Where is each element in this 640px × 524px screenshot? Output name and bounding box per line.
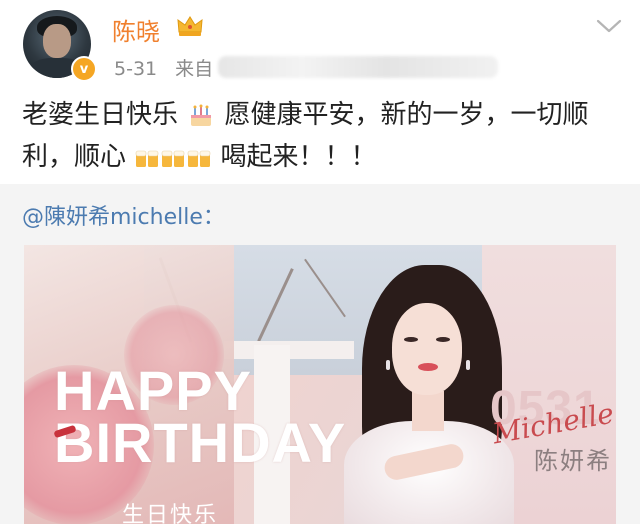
beer-icon [161,150,185,167]
earring [386,360,390,370]
portrait-lips [418,363,438,371]
source-prefix: 来自 [175,58,214,80]
verified-badge-icon: v [71,56,97,82]
repost-user-link[interactable]: @陳妍希michelle： [22,199,225,231]
portrait-eye [436,337,450,342]
portrait-neck [412,391,444,431]
crown-icon [177,16,203,36]
username[interactable]: 陈晓 [112,12,160,47]
banner-cn-wish: 生日快乐 [122,503,219,524]
post-text-part3: 喝起来！！！ [220,142,377,172]
post-text: 老婆生日快乐 愿健康平安，新的一岁，一切顺利，顺心 喝起来！！！ [22,94,622,178]
beer-icon [187,150,211,167]
chevron-down-icon[interactable] [596,18,622,34]
cake-icon [191,104,212,126]
avatar-face [43,24,71,58]
post-meta: 5-31 来自 [114,54,498,81]
beer-icon [135,150,159,167]
portrait-eye [404,337,418,342]
post-date: 5-31 [114,58,158,80]
banner-cn-name: 陈妍希 [534,447,612,475]
post-text-part1: 老婆生日快乐 [22,100,179,130]
earring [466,360,470,370]
banner-birthday-text: BIRTHDAY [54,411,347,474]
birthday-banner-image[interactable]: HAPPY BIRTHDAY 生日快乐 0531 Michelle 陈妍希 [24,245,616,524]
source-blurred [218,56,498,78]
portrait-face [392,303,462,395]
